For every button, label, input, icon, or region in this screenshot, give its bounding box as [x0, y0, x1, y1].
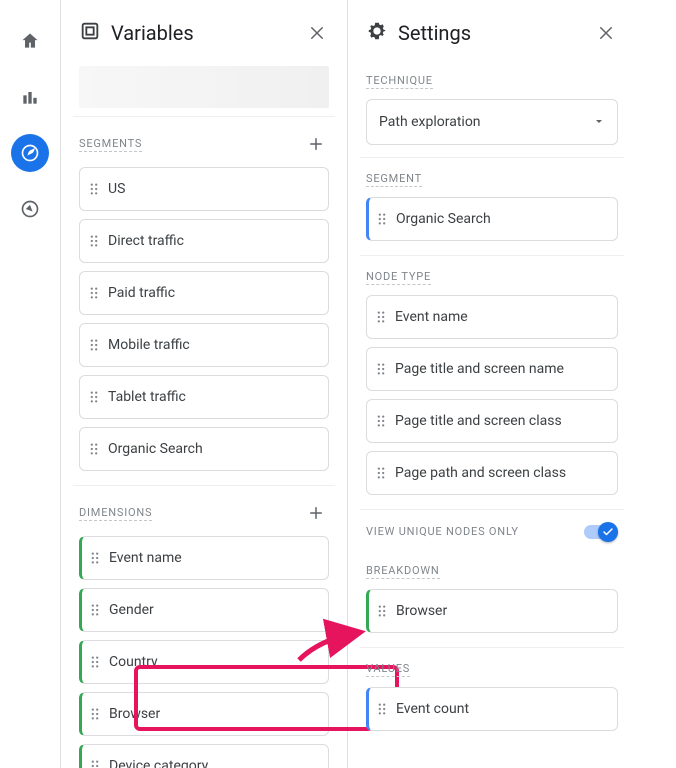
chip-label: Browser	[109, 706, 160, 722]
chip-label: Organic Search	[108, 441, 203, 457]
settings-panel: Settings TECHNIQUE Path exploration SEGM…	[348, 0, 636, 768]
chip-label: Event name	[395, 309, 468, 325]
segment-chip[interactable]: Organic Search	[366, 197, 618, 241]
drag-handle-icon[interactable]	[89, 759, 101, 768]
node-type-section: NODE TYPE Event name Page title and scree…	[360, 255, 624, 509]
nav-reports[interactable]	[11, 78, 49, 116]
drag-handle-icon[interactable]	[88, 234, 100, 248]
segments-section: SEGMENTS US Direct traffic Paid traffic Mob…	[73, 116, 335, 485]
drag-handle-icon[interactable]	[88, 286, 100, 300]
add-dimension-button[interactable]	[303, 500, 329, 526]
node-type-chip[interactable]: Page title and screen class	[366, 399, 618, 443]
technique-dropdown[interactable]: Path exploration	[366, 99, 618, 145]
breakdown-chip[interactable]: Browser	[366, 589, 618, 633]
view-unique-toggle[interactable]	[584, 522, 618, 542]
chip-label: Mobile traffic	[108, 337, 190, 353]
settings-title: Settings	[398, 21, 584, 45]
drag-handle-icon[interactable]	[88, 182, 100, 196]
dimension-chip[interactable]: Event name	[79, 536, 329, 580]
segment-chip[interactable]: Organic Search	[79, 427, 329, 471]
node-type-chip[interactable]: Event name	[366, 295, 618, 339]
settings-icon	[366, 20, 388, 46]
view-unique-row: VIEW UNIQUE NODES ONLY	[360, 509, 624, 550]
segment-chip-label: Organic Search	[396, 211, 491, 227]
chip-label: Country	[109, 654, 158, 670]
drag-handle-icon[interactable]	[89, 551, 101, 565]
chip-label: Paid traffic	[108, 285, 175, 301]
variables-icon	[79, 20, 101, 46]
dimensions-section: DIMENSIONS Event name Gender Country Browse…	[73, 485, 335, 768]
dimension-chip[interactable]: Browser	[79, 692, 329, 736]
drag-handle-icon[interactable]	[375, 362, 387, 376]
segment-section: SEGMENT Organic Search	[360, 157, 624, 255]
dimension-chip[interactable]: Device category	[79, 744, 329, 768]
chip-label: Gender	[109, 602, 154, 618]
drag-handle-icon[interactable]	[376, 604, 388, 618]
drag-handle-icon[interactable]	[89, 707, 101, 721]
dimension-chip[interactable]: Country	[79, 640, 329, 684]
drag-handle-icon[interactable]	[89, 603, 101, 617]
close-variables-button[interactable]	[305, 21, 329, 45]
segment-chip[interactable]: Tablet traffic	[79, 375, 329, 419]
drag-handle-icon[interactable]	[89, 655, 101, 669]
segment-label: SEGMENT	[366, 172, 422, 187]
exploration-name-input[interactable]	[79, 66, 329, 108]
drag-handle-icon[interactable]	[375, 414, 387, 428]
drag-handle-icon[interactable]	[376, 212, 388, 226]
variables-header: Variables	[61, 0, 347, 60]
dimensions-label: DIMENSIONS	[79, 506, 152, 521]
segment-chip[interactable]: Direct traffic	[79, 219, 329, 263]
node-type-label: NODE TYPE	[366, 270, 431, 285]
chip-label: Page title and screen class	[395, 413, 562, 429]
drag-handle-icon[interactable]	[88, 442, 100, 456]
values-chip-label: Event count	[396, 701, 469, 717]
segment-chip[interactable]: Paid traffic	[79, 271, 329, 315]
segments-label: SEGMENTS	[79, 137, 142, 152]
values-section: VALUES Event count	[360, 647, 624, 745]
technique-section: TECHNIQUE Path exploration	[360, 60, 624, 157]
values-chip[interactable]: Event count	[366, 687, 618, 731]
technique-value: Path exploration	[379, 114, 481, 130]
node-type-chip[interactable]: Page path and screen class	[366, 451, 618, 495]
drag-handle-icon[interactable]	[88, 338, 100, 352]
chip-label: Event name	[109, 550, 182, 566]
add-segment-button[interactable]	[303, 131, 329, 157]
drag-handle-icon[interactable]	[375, 310, 387, 324]
drag-handle-icon[interactable]	[375, 466, 387, 480]
values-label: VALUES	[366, 662, 410, 677]
view-unique-label: VIEW UNIQUE NODES ONLY	[366, 525, 519, 539]
breakdown-chip-label: Browser	[396, 603, 447, 619]
chip-label: US	[108, 181, 125, 197]
breakdown-label: BREAKDOWN	[366, 564, 440, 579]
nav-explore[interactable]	[11, 134, 49, 172]
segment-chip[interactable]: US	[79, 167, 329, 211]
node-type-chip[interactable]: Page title and screen name	[366, 347, 618, 391]
breakdown-section: BREAKDOWN Browser	[360, 550, 624, 647]
nav-home[interactable]	[11, 22, 49, 60]
nav-rail	[0, 0, 60, 768]
settings-header: Settings	[348, 0, 636, 60]
chip-label: Page title and screen name	[395, 361, 564, 377]
close-settings-button[interactable]	[594, 21, 618, 45]
chip-label: Tablet traffic	[108, 389, 186, 405]
chip-label: Device category	[109, 758, 208, 768]
drag-handle-icon[interactable]	[376, 702, 388, 716]
drag-handle-icon[interactable]	[88, 390, 100, 404]
variables-title: Variables	[111, 21, 295, 45]
chip-label: Direct traffic	[108, 233, 184, 249]
dropdown-caret-icon	[593, 114, 605, 130]
chip-label: Page path and screen class	[395, 465, 566, 481]
nav-ads[interactable]	[11, 190, 49, 228]
variables-panel: Variables SEGMENTS US Direct traffic Paid …	[60, 0, 348, 768]
technique-label: TECHNIQUE	[366, 74, 433, 89]
dimension-chip[interactable]: Gender	[79, 588, 329, 632]
toggle-on-icon	[598, 522, 618, 542]
segment-chip[interactable]: Mobile traffic	[79, 323, 329, 367]
